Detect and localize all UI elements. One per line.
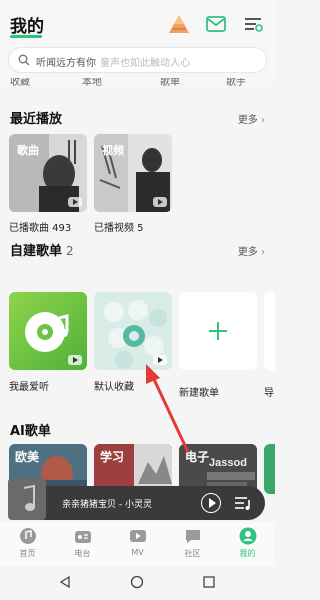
quick-entry[interactable]: 本地 bbox=[82, 78, 102, 88]
search-query: 听闻远方有你 bbox=[36, 58, 96, 69]
nav-mine-label: 我的 bbox=[239, 549, 256, 558]
home-circle-icon[interactable] bbox=[130, 575, 144, 589]
nav-radio[interactable]: 电台 bbox=[55, 526, 110, 566]
quick-entry[interactable]: 收藏 bbox=[10, 78, 30, 88]
home-icon bbox=[19, 528, 36, 544]
nav-community-label: 社区 bbox=[184, 549, 201, 558]
recent-videos-caption: 已播视频 5 bbox=[94, 223, 144, 234]
search-icon bbox=[18, 54, 30, 66]
play-icon bbox=[68, 355, 82, 365]
recents-icon[interactable] bbox=[202, 575, 216, 589]
ai-study-label: 学习 bbox=[100, 450, 125, 464]
radio-icon bbox=[74, 531, 91, 543]
back-icon[interactable] bbox=[58, 575, 72, 589]
nav-mine[interactable]: 我的 bbox=[220, 526, 275, 566]
recent-videos-tile[interactable]: 视频 bbox=[94, 134, 172, 212]
community-icon bbox=[185, 530, 200, 543]
recent-songs-tile-label: 歌曲 bbox=[17, 144, 39, 157]
menu-settings-icon[interactable] bbox=[242, 14, 264, 34]
nav-mv-label: MV bbox=[131, 548, 144, 557]
recent-songs-tile[interactable]: 歌曲 bbox=[9, 134, 87, 212]
page-title: 我的 bbox=[10, 17, 44, 37]
nav-radio-label: 电台 bbox=[74, 549, 91, 558]
quick-entry[interactable]: 歌手 bbox=[226, 78, 246, 88]
mail-icon[interactable] bbox=[205, 14, 227, 34]
playlist-default-caption: 默认收藏 bbox=[94, 382, 134, 393]
ai-western-label: 欧美 bbox=[15, 450, 40, 464]
recent-more-link[interactable]: 更多 bbox=[238, 111, 265, 126]
new-playlist-button[interactable] bbox=[179, 292, 257, 370]
playlists-title-text: 自建歌单 bbox=[10, 244, 63, 259]
nav-community[interactable]: 社区 bbox=[165, 526, 220, 566]
bottom-nav: 首页 电台 MV 社区 我的 bbox=[0, 522, 275, 566]
import-playlist-tile[interactable] bbox=[264, 292, 275, 370]
play-icon bbox=[153, 197, 167, 207]
import-playlist-caption: 导 bbox=[264, 388, 274, 399]
nav-mv[interactable]: MV bbox=[110, 526, 165, 566]
system-nav-bar bbox=[0, 566, 275, 600]
playlist-favorites-caption: 我最爱听 bbox=[9, 382, 49, 393]
music-note-icon bbox=[23, 484, 35, 511]
ai-section-title: AI歌单 bbox=[10, 424, 51, 439]
quick-entry-row-cut: 收藏 本地 歌单 歌手 bbox=[0, 78, 275, 92]
ai-electronic-label: 电子 bbox=[185, 450, 210, 464]
playlists-more-link[interactable]: 更多 bbox=[238, 243, 265, 258]
playlists-section-title: 自建歌单 2 bbox=[10, 240, 74, 259]
mini-player-title: 亲亲猪猪宝贝 - 小灵灵 bbox=[62, 500, 152, 510]
play-button[interactable] bbox=[201, 493, 221, 513]
search-bar[interactable]: 听闻远方有你 童声也如此触动人心 bbox=[8, 47, 267, 73]
mini-player-cover[interactable] bbox=[8, 478, 46, 520]
vip-pyramid-icon[interactable] bbox=[168, 14, 190, 34]
playlist-favorites-tile[interactable] bbox=[9, 292, 87, 370]
title-underline bbox=[10, 35, 42, 38]
nav-home-label: 首页 bbox=[19, 549, 36, 558]
profile-icon bbox=[239, 527, 256, 545]
mini-player[interactable]: 亲亲猪猪宝贝 - 小灵灵 bbox=[8, 478, 265, 520]
playlists-count: 2 bbox=[66, 244, 74, 258]
play-icon bbox=[153, 355, 167, 365]
new-playlist-caption: 新建歌单 bbox=[179, 388, 219, 399]
playlist-queue-icon[interactable] bbox=[234, 495, 252, 511]
plus-icon bbox=[209, 322, 227, 340]
video-icon bbox=[129, 530, 146, 542]
recent-videos-tile-label: 视频 bbox=[102, 144, 124, 157]
header: 我的 听闻远方有你 童声也如此触动人心 bbox=[0, 0, 275, 82]
search-hint: 童声也如此触动人心 bbox=[100, 58, 190, 69]
nav-home[interactable]: 首页 bbox=[0, 526, 55, 566]
svg-text:Jassod: Jassod bbox=[209, 457, 247, 469]
recent-section-title: 最近播放 bbox=[10, 112, 63, 127]
quick-entry[interactable]: 歌单 bbox=[160, 78, 180, 88]
play-icon bbox=[68, 197, 82, 207]
search-input[interactable]: 听闻远方有你 童声也如此触动人心 bbox=[36, 54, 190, 69]
playlist-default-tile[interactable] bbox=[94, 292, 172, 370]
ai-playlist-more[interactable] bbox=[264, 444, 275, 494]
recent-songs-caption: 已播歌曲 493 bbox=[9, 223, 72, 234]
